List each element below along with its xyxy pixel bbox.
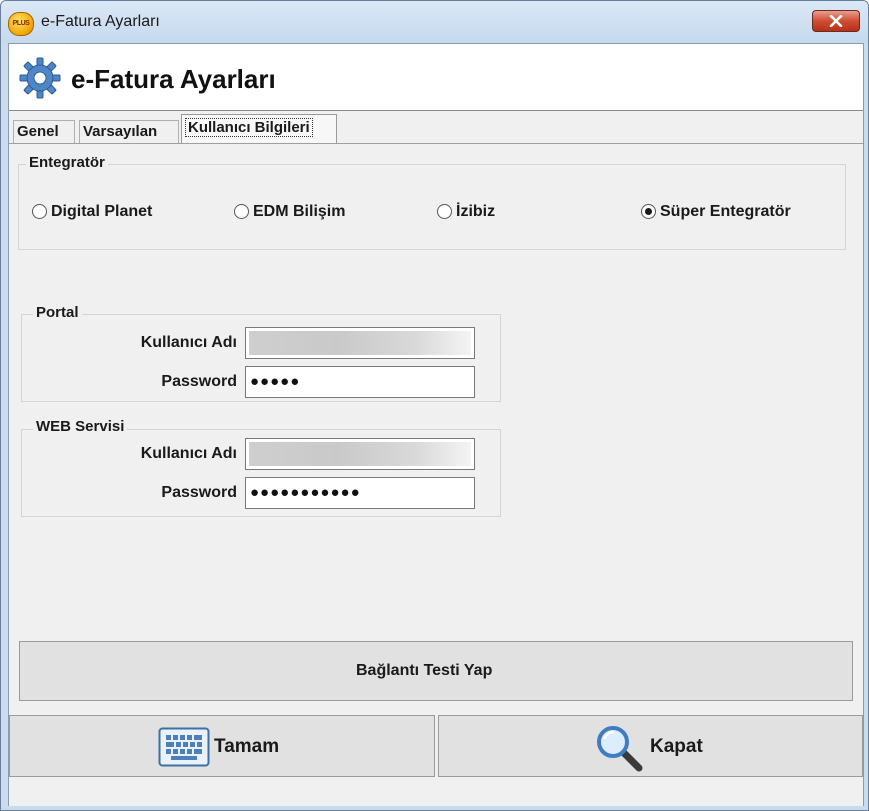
radio-label: EDM Bilişim <box>253 203 346 220</box>
title-bar: PLUS e-Fatura Ayarları <box>1 1 868 43</box>
dialog-client-area: e-Fatura Ayarları Genel Varsayılan Kulla… <box>8 43 864 806</box>
window-title: e-Fatura Ayarları <box>41 13 160 30</box>
radio-circle[interactable] <box>234 204 249 219</box>
radio-circle[interactable] <box>641 204 656 219</box>
tab-genel[interactable]: Genel <box>13 120 75 144</box>
close-label: Kapat <box>650 736 703 757</box>
tab-kullanici-bilgileri[interactable]: Kullanıcı Bilgileri <box>181 114 337 144</box>
window-close-button[interactable] <box>812 10 860 32</box>
tab-strip: Genel Varsayılan Kullanıcı Bilgileri <box>9 114 863 144</box>
radio-label: İzibiz <box>456 203 496 220</box>
keyboard-icon <box>158 727 210 767</box>
web-service-legend: WEB Servisi <box>33 418 128 435</box>
portal-username-field[interactable] <box>245 327 475 359</box>
redacted-value <box>249 442 471 466</box>
close-button[interactable]: Kapat <box>438 715 863 777</box>
portal-password-label: Password <box>161 373 237 390</box>
web-service-password-label: Password <box>161 484 237 501</box>
tab-label: Genel <box>17 123 59 140</box>
tab-label: Varsayılan <box>83 123 158 140</box>
settings-window: PLUS e-Fatura Ayarları e-Fatura Ayarları… <box>0 0 869 811</box>
tab-varsayilan[interactable]: Varsayılan <box>79 120 179 144</box>
radio-selected-dot <box>645 208 652 215</box>
web-service-password-field[interactable]: ●●●●●●●●●●● <box>245 477 475 509</box>
test-connection-label: Bağlantı Testi Yap <box>356 662 493 679</box>
web-service-username-field[interactable] <box>245 438 475 470</box>
radio-circle[interactable] <box>437 204 452 219</box>
ok-button[interactable]: Tamam <box>9 715 435 777</box>
radio-circle[interactable] <box>32 204 47 219</box>
app-logo-icon: PLUS <box>8 12 34 36</box>
page-title: e-Fatura Ayarları <box>71 64 276 94</box>
integrator-legend: Entegratör <box>26 154 108 171</box>
portal-password-field[interactable]: ●●●●● <box>245 366 475 398</box>
dialog-header: e-Fatura Ayarları <box>9 44 863 111</box>
radio-label: Süper Entegratör <box>660 203 791 220</box>
close-icon <box>829 15 843 27</box>
portal-legend: Portal <box>33 304 82 321</box>
redacted-value <box>249 331 471 355</box>
tab-divider <box>9 143 863 144</box>
status-bar <box>9 779 863 806</box>
tab-label: Kullanıcı Bilgileri <box>185 118 313 137</box>
portal-username-label: Kullanıcı Adı <box>140 334 237 351</box>
gear-icon <box>19 57 61 99</box>
web-service-username-label: Kullanıcı Adı <box>140 445 237 462</box>
magnifier-icon <box>597 726 643 772</box>
ok-label: Tamam <box>214 736 280 757</box>
radio-label: Digital Planet <box>51 203 153 220</box>
test-connection-button[interactable]: Bağlantı Testi Yap <box>19 641 853 701</box>
